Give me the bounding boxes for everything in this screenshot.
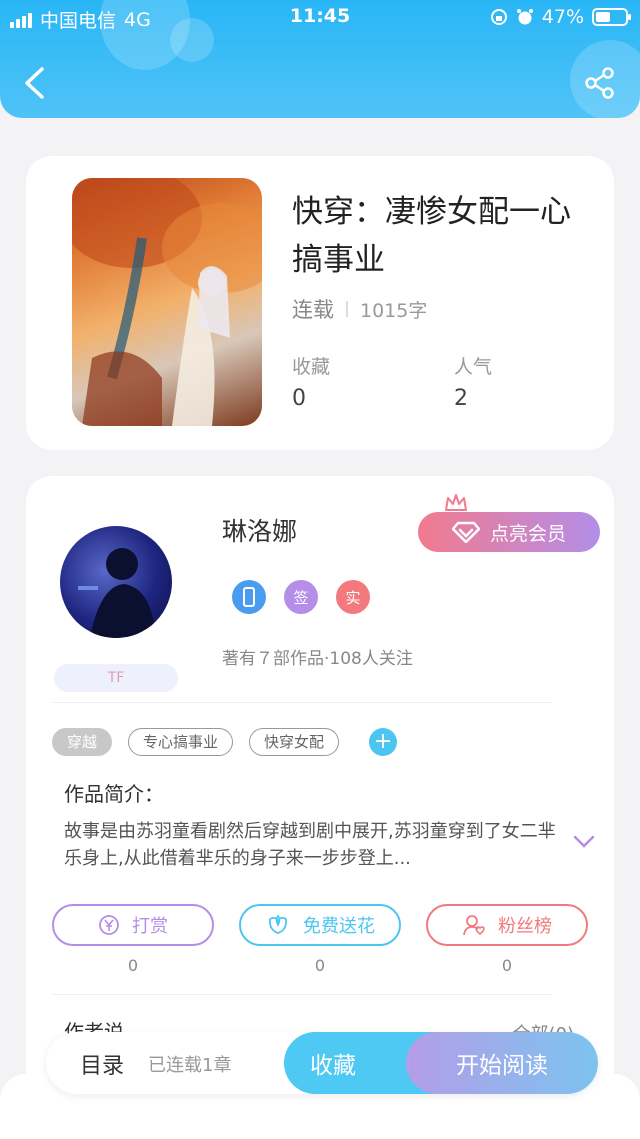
fan-ranking-count: 0 — [501, 956, 513, 975]
author-stats: 著有７部作品·108人关注 — [222, 649, 413, 669]
author-avatar[interactable] — [60, 526, 172, 638]
badge-phone[interactable] — [232, 580, 266, 614]
status-bar: 中国电信 4G 11:45 47% — [0, 0, 640, 36]
battery-percent: 47% — [541, 6, 584, 28]
fan-ranking-button[interactable]: 粉丝榜 — [426, 904, 588, 946]
vip-button-label: 点亮会员 — [489, 522, 566, 545]
fan-ranking-label: 粉丝榜 — [498, 916, 552, 937]
cover-illustration — [72, 178, 262, 426]
divider — [52, 994, 552, 995]
meta-divider — [346, 301, 348, 317]
bottom-action-bar: 目录 已连载1章 收藏 开始阅读 — [46, 1032, 598, 1094]
start-reading-label: 开始阅读 — [456, 1053, 548, 1079]
author-badges: 签 实 — [232, 580, 370, 614]
popularity-label: 人气 — [454, 356, 493, 378]
favorites-label: 收藏 — [292, 356, 331, 378]
tag-item[interactable]: 快穿女配 — [249, 728, 340, 756]
book-status: 连载 — [292, 298, 334, 322]
share-button[interactable] — [584, 66, 616, 100]
phone-icon — [243, 587, 255, 607]
tip-button[interactable]: 打赏 — [52, 904, 214, 946]
badge-signed[interactable]: 签 — [284, 580, 318, 614]
battery-icon — [592, 8, 631, 26]
book-title: 快穿：凄惨女配一心搞事业 — [292, 194, 571, 278]
table-of-contents-button[interactable]: 目录 — [80, 1048, 124, 1080]
intro-text: 故事是由苏羽童看剧然后穿越到剧中展开,苏羽童穿到了女二芈乐身上,从此借着芈乐的身… — [64, 821, 556, 869]
header: 中国电信 4G 11:45 47% — [0, 0, 640, 118]
intro-title: 作品简介： — [64, 782, 164, 806]
tip-label: 打赏 — [132, 916, 168, 937]
tag-item[interactable]: 专心搞事业 — [128, 728, 234, 756]
crown-icon — [445, 494, 467, 514]
chapter-progress: 已连载1章 — [148, 1055, 232, 1076]
add-tag-button[interactable]: + — [369, 728, 398, 756]
flower-icon — [269, 914, 287, 934]
rotation-lock-icon — [490, 9, 507, 25]
yen-icon — [99, 915, 119, 935]
popularity-value: 2 — [454, 386, 468, 411]
book-cover[interactable] — [72, 178, 262, 426]
avatar-illustration — [78, 548, 156, 638]
send-flower-button[interactable]: 免费送花 — [239, 904, 401, 946]
avatar-tag: TF — [54, 664, 178, 692]
vip-button[interactable]: 点亮会员 — [418, 512, 600, 552]
author-name[interactable]: 琳洛娜 — [222, 512, 297, 548]
flower-count: 0 — [314, 956, 326, 975]
tip-count: 0 — [127, 956, 139, 975]
book-word-count: 1015字 — [360, 299, 428, 322]
start-reading-button[interactable]: 开始阅读 — [406, 1032, 598, 1094]
alarm-icon — [516, 9, 533, 25]
tag-item[interactable]: 穿越 — [52, 728, 113, 756]
tag-list: 穿越 专心搞事业 快穿女配 + — [52, 728, 398, 756]
collect-label: 收藏 — [310, 1053, 356, 1079]
send-flower-label: 免费送花 — [303, 916, 375, 937]
book-meta: 连载 1015字 — [292, 294, 427, 324]
badge-verified[interactable]: 实 — [336, 580, 370, 614]
favorites-value: 0 — [292, 386, 306, 411]
back-button[interactable] — [22, 66, 48, 100]
book-info-card: 快穿：凄惨女配一心搞事业 连载 1015字 收藏 0 人气 2 — [26, 156, 614, 450]
chevron-down-icon[interactable] — [572, 834, 596, 850]
divider — [52, 702, 552, 703]
fan-icon — [463, 915, 485, 936]
diamond-icon — [451, 521, 480, 543]
